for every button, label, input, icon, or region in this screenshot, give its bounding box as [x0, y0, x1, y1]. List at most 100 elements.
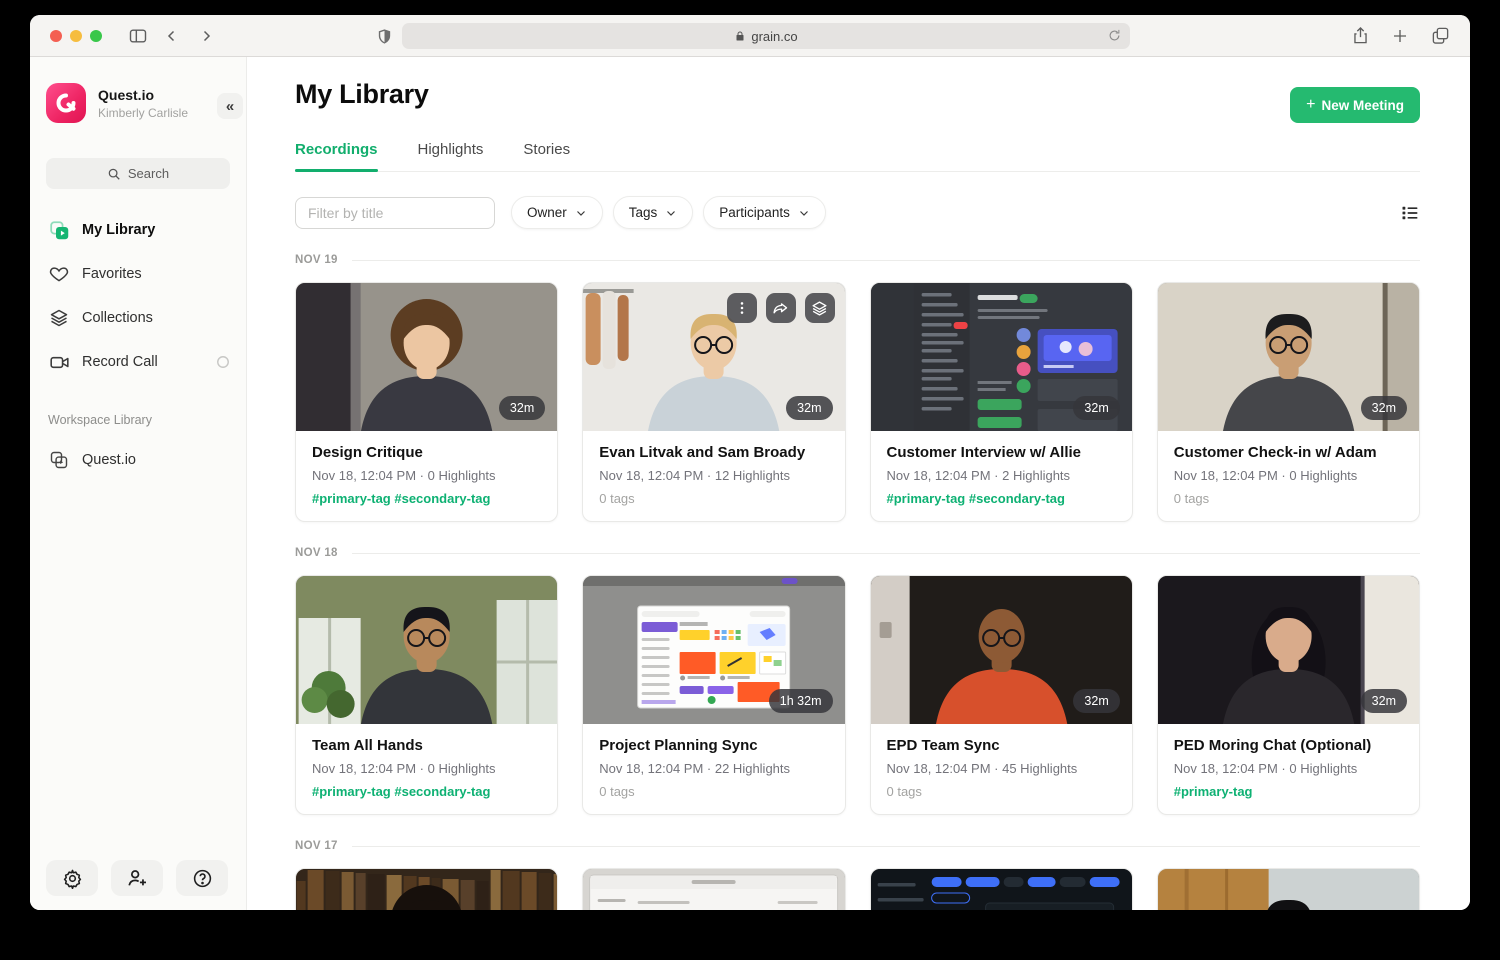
tab-overview-icon[interactable]: [1428, 24, 1452, 48]
address-bar[interactable]: grain.co: [402, 23, 1130, 49]
help-question-button[interactable]: [176, 860, 228, 896]
browser-toolbar: grain.co: [30, 15, 1470, 57]
recording-card[interactable]: 32mDesign CritiqueNov 18, 12:04 PM · 0 H…: [295, 282, 558, 522]
recording-card[interactable]: 32mEvan Litvak and Sam BroadyNov 18, 12:…: [582, 282, 845, 522]
recording-card[interactable]: 32mCustomer Check-in w/ AdamNov 18, 12:0…: [1157, 282, 1420, 522]
recording-card[interactable]: 1h 32mProject Planning SyncNov 18, 12:04…: [582, 575, 845, 815]
privacy-shield-icon[interactable]: [376, 28, 393, 45]
recording-thumbnail: [583, 869, 844, 910]
new-meeting-button[interactable]: + New Meeting: [1290, 87, 1420, 123]
recording-card[interactable]: Team All HandsNov 18, 12:04 PM · 0 Highl…: [295, 575, 558, 815]
desktop-background: grain.co: [0, 0, 1500, 960]
recording-thumbnail: 1h 32m: [583, 576, 844, 724]
sidebar-item-record-call[interactable]: Record Call: [30, 347, 246, 377]
filter-dropdown-owner[interactable]: Owner: [511, 196, 603, 229]
recording-tags[interactable]: #primary-tag #secondary-tag: [312, 491, 541, 506]
recording-thumbnail: 32m: [1158, 576, 1419, 724]
recording-tags-empty: 0 tags: [599, 784, 828, 799]
duration-badge: 32m: [1073, 396, 1119, 420]
sidebar-item-quest-io[interactable]: Quest.io: [30, 445, 246, 475]
filter-dropdown-tags[interactable]: Tags: [613, 196, 694, 229]
chevron-down-icon: [798, 207, 810, 219]
chevron-down-icon: [575, 207, 587, 219]
forward-button[interactable]: [194, 24, 218, 48]
recording-tags[interactable]: #primary-tag: [1174, 784, 1403, 799]
library-outline-icon: [48, 450, 70, 470]
sidebar-toggle-icon[interactable]: [126, 24, 150, 48]
recording-card-body: Team All HandsNov 18, 12:04 PM · 0 Highl…: [296, 724, 557, 814]
share-icon[interactable]: [1348, 24, 1372, 48]
recording-tags-empty: 0 tags: [599, 491, 828, 506]
tab-recordings[interactable]: Recordings: [295, 141, 378, 171]
search-input[interactable]: Search: [46, 158, 230, 189]
section-divider: [352, 846, 1420, 847]
heart-icon: [48, 264, 70, 284]
sidebar-item-label: Record Call: [82, 354, 158, 370]
recording-title: Design Critique: [312, 444, 541, 461]
list-view-toggle-icon[interactable]: [1400, 203, 1420, 223]
add-to-collection-button[interactable]: [805, 293, 835, 323]
recording-card[interactable]: [295, 868, 558, 910]
minimize-window-button[interactable]: [70, 30, 82, 42]
new-tab-icon[interactable]: [1388, 24, 1412, 48]
page-title: My Library: [295, 79, 429, 110]
recording-card[interactable]: [582, 868, 845, 910]
workspace-library-section-label: Workspace Library: [48, 413, 246, 427]
recording-title: EPD Team Sync: [887, 737, 1116, 754]
recording-tags[interactable]: #primary-tag #secondary-tag: [887, 491, 1116, 506]
tab-highlights[interactable]: Highlights: [418, 141, 484, 171]
recording-grid: 32m Design Critique Nov 18, 12:04 PM · 0 H…: [295, 282, 1420, 522]
section-divider: [352, 260, 1420, 261]
tab-stories[interactable]: Stories: [523, 141, 570, 171]
sidebar-item-my-library[interactable]: My Library: [30, 215, 246, 245]
filter-dropdown-label: Tags: [629, 205, 658, 220]
date-section-header: NOV 17: [295, 840, 1420, 852]
recording-card[interactable]: 32mPED Moring Chat (Optional)Nov 18, 12:…: [1157, 575, 1420, 815]
filter-by-title-input[interactable]: [295, 197, 495, 229]
recording-thumbnail: [1158, 869, 1419, 910]
lock-icon: [734, 30, 746, 42]
date-label: NOV 19: [295, 254, 338, 266]
back-button[interactable]: [160, 24, 184, 48]
recording-tags-empty: 0 tags: [887, 784, 1116, 799]
filter-dropdown-label: Owner: [527, 205, 567, 220]
kebab-menu-button[interactable]: [727, 293, 757, 323]
date-label: NOV 17: [295, 840, 338, 852]
zoom-window-button[interactable]: [90, 30, 102, 42]
recording-card-body: EPD Team SyncNov 18, 12:04 PM · 45 Highl…: [871, 724, 1132, 814]
recording-tags[interactable]: #primary-tag #secondary-tag: [312, 784, 541, 799]
section-divider: [352, 553, 1420, 554]
sidebar-item-collections[interactable]: Collections: [30, 303, 246, 333]
close-window-button[interactable]: [50, 30, 62, 42]
recording-thumbnail: 32m: [871, 576, 1132, 724]
recording-tags-empty: 0 tags: [1174, 491, 1403, 506]
browser-window: grain.co: [30, 15, 1470, 910]
recording-card[interactable]: 32mEPD Team SyncNov 18, 12:04 PM · 45 Hi…: [870, 575, 1133, 815]
main-content: My Library + New Meeting Recordings Highl…: [247, 57, 1470, 910]
filter-dropdown-participants[interactable]: Participants: [703, 196, 826, 229]
recording-card-body: PED Moring Chat (Optional)Nov 18, 12:04 …: [1158, 724, 1419, 814]
sidebar-item-label: My Library: [82, 222, 155, 238]
recording-card[interactable]: [1157, 868, 1420, 910]
plus-icon: +: [1306, 96, 1315, 114]
share-forward-button[interactable]: [766, 293, 796, 323]
recording-card[interactable]: 32mCustomer Interview w/ AllieNov 18, 12…: [870, 282, 1133, 522]
sidebar-collapse-button[interactable]: «: [217, 93, 243, 119]
sidebar-item-label: Quest.io: [82, 452, 136, 468]
workspace-library-nav: Quest.io: [30, 445, 246, 475]
recording-thumbnail: 32m: [583, 283, 844, 431]
settings-gear-button[interactable]: [46, 860, 98, 896]
recording-card[interactable]: More filters: [870, 868, 1133, 910]
layers-icon: [48, 308, 70, 328]
invite-person-add-button[interactable]: [111, 860, 163, 896]
reload-icon[interactable]: [1107, 28, 1122, 46]
recording-title: Customer Check-in w/ Adam: [1174, 444, 1403, 461]
thumbnail-hover-actions: [727, 293, 835, 323]
workspace-switcher[interactable]: Quest.io Kimberly Carlisle: [30, 57, 246, 123]
kebab-menu-icon: [734, 300, 750, 316]
sidebar-footer: [46, 860, 228, 896]
duration-badge: 32m: [1361, 396, 1407, 420]
recording-thumbnail: [296, 576, 557, 724]
recording-meta: Nov 18, 12:04 PM · 0 Highlights: [312, 468, 541, 483]
sidebar-item-favorites[interactable]: Favorites: [30, 259, 246, 289]
